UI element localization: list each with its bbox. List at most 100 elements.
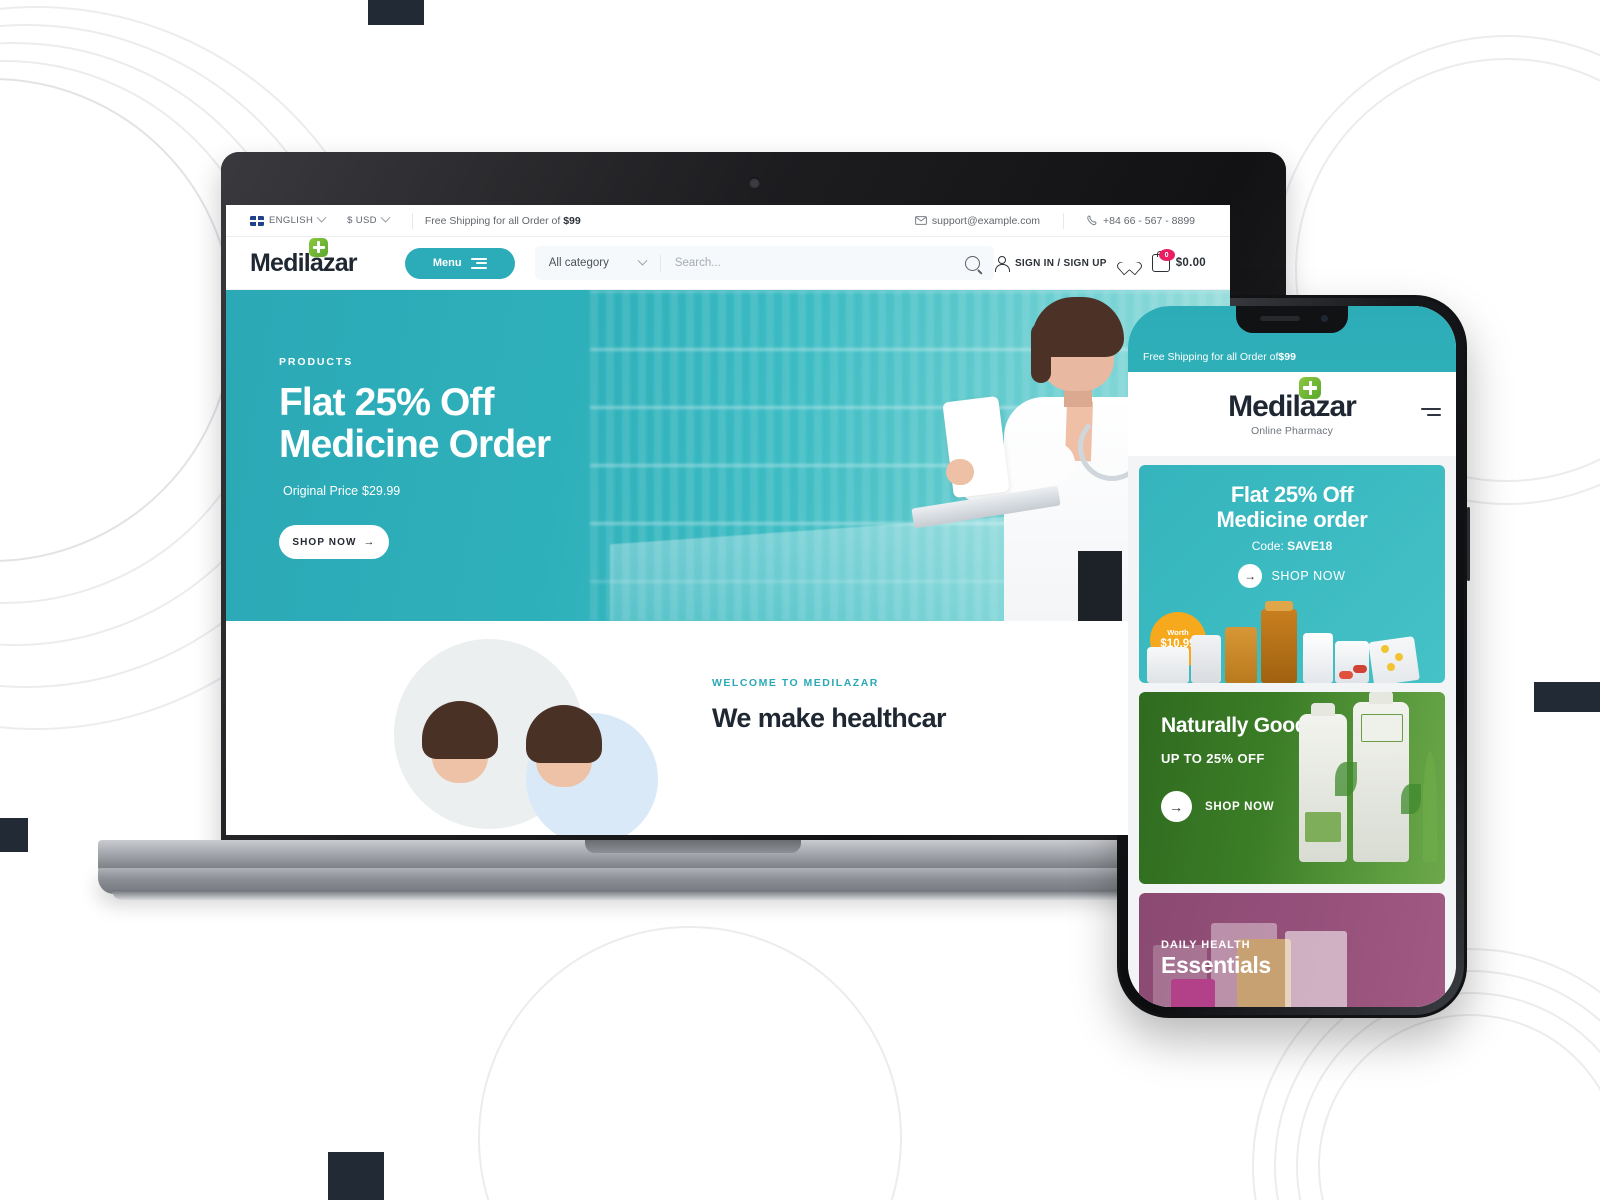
logo-text: Medilazar: [250, 248, 358, 277]
search-bar[interactable]: All category Search...: [534, 246, 994, 280]
pharmacist-hair-side: [1031, 323, 1051, 383]
chevron-down-icon: [637, 255, 648, 266]
medical-cross-icon: [309, 237, 328, 257]
shopping-bag-icon: 0: [1151, 249, 1175, 272]
pill-yellow-3: [1387, 663, 1395, 671]
arrow-right-icon: →: [1238, 564, 1263, 589]
support-email[interactable]: support@example.com: [915, 215, 1051, 227]
mobile-logo-text: Medilazar: [1228, 389, 1357, 423]
hero-title: Flat 25% Off Medicine Order: [279, 382, 551, 466]
product-bottle-white-1: [1303, 633, 1333, 683]
laptop-base: [98, 868, 1288, 900]
mobile-body: Flat 25% Off Medicine order Code: SAVE18…: [1128, 456, 1456, 1007]
mobile-shipping-amount: $99: [1278, 351, 1296, 363]
mobile-banner1-line2: Medicine order: [1216, 506, 1368, 532]
cart-button[interactable]: 0 $0.00: [1151, 249, 1206, 272]
mobile-banner-essentials[interactable]: DAILY HEALTH Essentials: [1139, 893, 1445, 1007]
decor-square-bottom: [328, 1152, 384, 1200]
mobile-site-logo[interactable]: Medilazar Online Pharmacy: [1228, 376, 1357, 437]
envelope-icon: [915, 216, 927, 225]
welcome-text-group: WELCOME TO MEDILAZAR We make healthcar: [712, 621, 947, 734]
arrow-right-icon: →: [363, 536, 376, 549]
grass-decoration: [1423, 752, 1437, 862]
search-icon[interactable]: [964, 255, 980, 271]
decor-ring-bottomright-2: [1296, 992, 1600, 1200]
hero-cta-label: SHOP NOW: [292, 536, 357, 548]
chevron-down-icon: [380, 212, 391, 223]
cart-count-badge: 0: [1158, 249, 1175, 261]
user-icon: [994, 255, 1010, 272]
decor-ring-bottomcenter: [478, 926, 902, 1200]
hero-eyebrow: PRODUCTS: [279, 356, 354, 368]
mobile-banner1-code-label: Code:: [1251, 539, 1288, 554]
language-selector[interactable]: ENGLISH: [250, 212, 336, 226]
currency-selector[interactable]: $ USD: [336, 212, 400, 226]
desktop-website: ENGLISH $ USD Free Shipping for all Orde…: [226, 205, 1230, 835]
shipping-notice: Free Shipping for all Order of $99: [425, 215, 581, 227]
laptop-camera-icon: [748, 177, 760, 188]
leaf-icon-1: [1335, 762, 1357, 796]
phone-mockup: Free Shipping for all Order of $99 Medil…: [1114, 295, 1470, 1018]
uk-flag-icon: [250, 215, 264, 226]
product-box: [1147, 647, 1189, 683]
mobile-banner1-cta-label: SHOP NOW: [1271, 569, 1346, 584]
mobile-shipping-text: Free Shipping for all Order of: [1143, 351, 1279, 363]
account-button[interactable]: SIGN IN / SIGN UP: [994, 255, 1107, 272]
shipping-amount: $99: [563, 214, 581, 227]
mobile-banner-promo[interactable]: Flat 25% Off Medicine order Code: SAVE18…: [1139, 465, 1445, 683]
topbar-divider: [411, 212, 413, 229]
pill-yellow-1: [1381, 645, 1389, 653]
pill-red-1: [1339, 671, 1353, 679]
menu-button[interactable]: Menu: [404, 247, 515, 279]
mobile-header: Medilazar Online Pharmacy: [1128, 372, 1456, 456]
product-bottle-amber-2: [1261, 609, 1297, 683]
topbar-divider-2: [1063, 212, 1065, 229]
pharmacist-skirt: [1078, 551, 1122, 621]
support-email-text: support@example.com: [931, 214, 1041, 227]
welcome-section: WELCOME TO MEDILAZAR We make healthcar: [226, 621, 1230, 835]
mobile-logo-row: Medilazar: [1228, 376, 1357, 423]
leaf-icon-2: [1401, 784, 1421, 814]
arrow-right-icon: →: [1161, 791, 1192, 822]
desktop-header: Medilazar Menu All category Search... SI…: [226, 237, 1230, 290]
hero-banner: PRODUCTS Flat 25% Off Medicine Order Ori…: [226, 290, 1230, 621]
phone-power-button: [1467, 507, 1470, 581]
wishlist-heart-icon[interactable]: [1122, 256, 1137, 270]
category-dropdown[interactable]: All category: [549, 255, 648, 269]
hero-shop-now-button[interactable]: SHOP NOW →: [279, 525, 389, 560]
site-logo[interactable]: Medilazar: [250, 237, 358, 277]
mobile-banner1-code-value: SAVE18: [1287, 539, 1333, 554]
laptop-lid: ENGLISH $ USD Free Shipping for all Orde…: [221, 152, 1286, 862]
product-bottle-cap: [1265, 601, 1293, 611]
account-label: SIGN IN / SIGN UP: [1014, 257, 1107, 269]
welcome-image-group: [226, 621, 696, 835]
medical-cross-icon: [1299, 376, 1322, 399]
natural-product-label-2: [1361, 714, 1403, 742]
natural-product-label-1: [1305, 812, 1341, 842]
support-phone-text: +84 66 - 567 - 8899: [1103, 214, 1195, 227]
pill-red-2: [1353, 665, 1367, 673]
pill-yellow-2: [1395, 653, 1403, 661]
search-input[interactable]: Search...: [675, 257, 965, 269]
hamburger-icon: [470, 257, 487, 269]
hero-title-line2: Medicine Order: [279, 422, 551, 466]
menu-button-label: Menu: [432, 257, 462, 269]
shipping-notice-text: Free Shipping for all Order of: [424, 214, 564, 227]
phone-icon: [1087, 215, 1097, 226]
mobile-banner-natural[interactable]: Naturally Good UP TO 25% OFF → SHOP NOW: [1139, 692, 1445, 884]
mobile-hamburger-icon[interactable]: [1421, 408, 1441, 416]
mobile-banner1-shop-now-button[interactable]: → SHOP NOW: [1139, 564, 1445, 589]
chevron-down-icon: [316, 212, 327, 223]
phone-notch: [1236, 306, 1348, 333]
decor-ring-bottomright-1: [1318, 1014, 1600, 1200]
logo-row: Medilazar: [250, 237, 358, 277]
support-phone[interactable]: +84 66 - 567 - 8899: [1076, 215, 1206, 227]
currency-label: $ USD: [347, 215, 377, 226]
hero-price: Original Price $29.99: [279, 484, 550, 498]
desktop-topbar: ENGLISH $ USD Free Shipping for all Orde…: [226, 205, 1230, 237]
hero-price-label: Original Price: [283, 484, 359, 499]
mobile-banner3-eyebrow: DAILY HEALTH: [1161, 939, 1251, 951]
hero-price-value: $29.99: [362, 484, 401, 499]
topbar-left-group: ENGLISH $ USD Free Shipping for all Orde…: [250, 212, 581, 229]
decor-square-top: [368, 0, 424, 25]
